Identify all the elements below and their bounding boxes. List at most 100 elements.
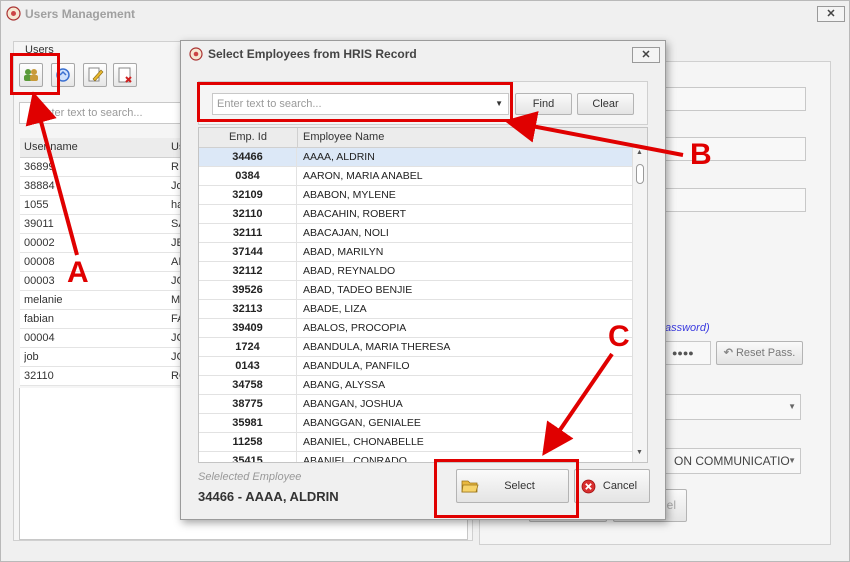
table-row[interactable]: 38775 ABANGAN, JOSHUA [199,395,632,414]
main-close-button[interactable]: ✕ [817,6,845,22]
selected-employee-value: 34466 - AAAA, ALDRIN [198,489,339,504]
company-dropdown-value: ON COMMUNICATIO [674,454,790,468]
table-row[interactable]: 00003 JC [20,272,184,291]
emp-id-cell: 34758 [199,376,297,394]
annotation-box-a [10,53,60,95]
user-cell: M [171,294,181,306]
emp-name-cell: ABANIEL, CONRADO [303,455,407,463]
table-row[interactable]: 00008 AI [20,253,181,272]
chevron-down-icon: ▼ [788,456,796,465]
clear-button[interactable]: Clear [577,93,634,115]
table-row[interactable]: 36899 RI [20,158,182,177]
chevron-down-icon: ▼ [788,402,796,411]
annotation-box-c [434,459,579,518]
emp-name-cell: AARON, MARIA ANABEL [303,170,423,182]
table-row[interactable]: 37144 ABAD, MARILYN [199,243,632,262]
users-grid-header: User name Us [20,138,184,158]
table-row-selected[interactable]: 34466 AAAA, ALDRIN [199,148,632,167]
emp-id-cell: 39409 [199,319,297,337]
table-row[interactable]: 39011 SA [20,215,186,234]
emp-id-cell: 11258 [199,433,297,451]
password-hint-text: assword) [665,322,710,334]
detail-field-1[interactable] [665,87,806,111]
annotation-label-c: C [608,320,630,353]
annotation-box-b [197,82,513,122]
table-row[interactable]: 39409 ABALOS, PROCOPIA [199,319,632,338]
edit-user-button[interactable] [83,63,107,87]
emp-name-cell: ABANDULA, PANFILO [303,360,410,372]
header-divider [297,128,298,148]
table-row[interactable]: job JC [20,348,184,367]
username-cell: 00003 [24,275,55,287]
table-row[interactable]: 32111 ABACAJAN, NOLI [199,224,632,243]
scroll-thumb[interactable] [636,164,644,184]
username-cell: 00002 [24,237,55,249]
employee-grid-header: Emp. Id Employee Name [199,128,647,148]
emp-id-cell: 37144 [199,243,297,261]
emp-name-cell: AAAA, ALDRIN [303,151,375,163]
table-row[interactable]: 32113 ABADE, LIZA [199,300,632,319]
role-dropdown[interactable]: ▼ [665,394,801,420]
emp-name-cell: ABANIEL, CHONABELLE [303,436,424,448]
employee-grid-scrollbar[interactable]: ▲ ▼ [632,148,647,462]
column-header-username[interactable]: User name [24,138,78,157]
table-row[interactable]: melanie M [20,291,181,310]
emp-name-cell: ABANGAN, JOSHUA [303,398,403,410]
find-button[interactable]: Find [515,93,572,115]
dialog-close-button[interactable]: ✕ [632,47,660,63]
delete-user-button[interactable] [113,63,137,87]
table-row[interactable]: 32110 ABACAHIN, ROBERT [199,205,632,224]
scroll-up-icon: ▲ [636,149,643,156]
main-cancel-label: el [666,498,676,512]
emp-name-cell: ABANG, ALYSSA [303,379,386,391]
table-row[interactable]: 11258 ABANIEL, CHONABELLE [199,433,632,452]
username-cell: 38884 [24,180,55,192]
dialog-title: Select Employees from HRIS Record [208,47,417,61]
detail-field-3[interactable] [665,188,806,212]
table-row[interactable]: 38884 Jo [20,177,183,196]
selected-employee-separator: - [237,489,243,504]
reset-password-button[interactable]: ↶ Reset Pass. [716,341,803,365]
cancel-button[interactable]: Cancel [574,469,650,503]
annotation-label-b: B [690,138,712,171]
company-dropdown[interactable]: ON COMMUNICATIO ▼ [665,448,801,474]
table-row[interactable]: 32110 RC [20,367,187,386]
username-cell: job [24,351,39,363]
username-cell: 36899 [24,161,55,173]
emp-id-cell: 1724 [199,338,297,356]
table-row[interactable]: fabian FA [20,310,184,329]
username-cell: melanie [24,294,63,306]
table-row[interactable]: 0143 ABANDULA, PANFILO [199,357,632,376]
edit-icon [88,67,104,82]
emp-name-cell: ABAD, REYNALDO [303,265,396,277]
emp-id-cell: 32111 [199,224,297,242]
emp-name-cell: ABACAJAN, NOLI [303,227,389,239]
emp-id-cell: 34466 [199,148,297,166]
username-cell: 00008 [24,256,55,268]
table-row[interactable]: 00004 JC [20,329,184,348]
column-header-employee-name[interactable]: Employee Name [303,131,384,143]
emp-name-cell: ABAD, TADEO BENJIE [303,284,413,296]
column-header-emp-id[interactable]: Emp. Id [199,131,297,143]
main-title-bar: Users Management ✕ [1,1,849,27]
annotation-label-a: A [67,256,89,289]
dialog-title-bar: Select Employees from HRIS Record ✕ [181,41,665,67]
delete-icon [118,67,132,83]
table-row[interactable]: 34758 ABANG, ALYSSA [199,376,632,395]
table-row[interactable]: 32112 ABAD, REYNALDO [199,262,632,281]
app-logo-icon [6,6,21,21]
emp-name-cell: ABANGGAN, GENIALEE [303,417,421,429]
table-row[interactable]: 1724 ABANDULA, MARIA THERESA [199,338,632,357]
detail-field-2[interactable] [665,137,806,161]
table-row[interactable]: 0384 AARON, MARIA ANABEL [199,167,632,186]
table-row[interactable]: 39526 ABAD, TADEO BENJIE [199,281,632,300]
table-row[interactable]: 32109 ABABON, MYLENE [199,186,632,205]
main-window-title: Users Management [25,7,136,21]
table-row[interactable]: 1055 ha [20,196,183,215]
users-grid: 36899 RI 38884 Jo 1055 ha 39011 SA 00002 JE 0… [20,158,187,388]
password-field[interactable]: ●●●● [665,341,711,365]
table-row[interactable]: 00002 JE [20,234,184,253]
emp-name-cell: ABAD, MARILYN [303,246,384,258]
selected-employee-name: AAAA, ALDRIN [245,489,339,504]
table-row[interactable]: 35981 ABANGGAN, GENIALEE [199,414,632,433]
